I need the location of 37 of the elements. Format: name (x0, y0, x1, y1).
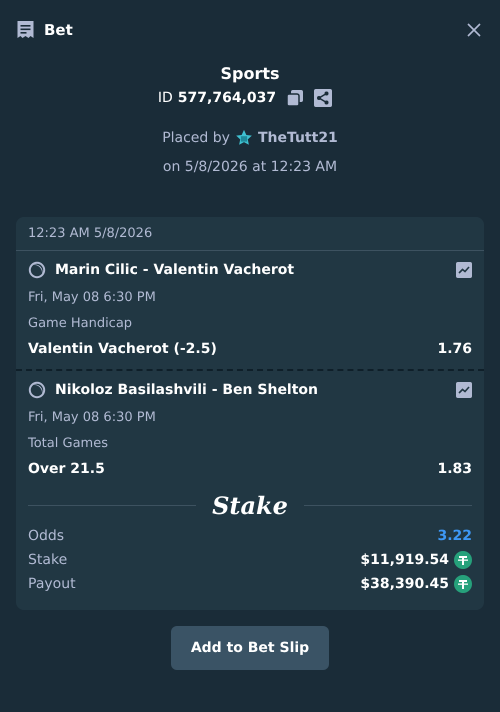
leg-odds: 1.83 (437, 461, 472, 477)
amount-value: $11,919.54 (360, 552, 449, 568)
tennis-ball-icon (28, 381, 46, 399)
market-name: Total Games (28, 436, 109, 451)
event-datetime: Fri, May 08 6:30 PM (28, 410, 157, 425)
summary-label: Payout (28, 576, 76, 592)
copy-icon[interactable] (286, 89, 304, 107)
vip-star-icon (234, 129, 253, 147)
amount-value: $38,390.45 (360, 576, 449, 592)
modal-title: Bet (44, 21, 74, 39)
brand-logo: Stake (212, 491, 288, 520)
market-name: Game Handicap (28, 316, 134, 331)
share-icon[interactable] (314, 89, 332, 107)
username-link[interactable]: TheTutt21 (258, 130, 338, 146)
summary-label: Odds (28, 528, 64, 544)
event-name[interactable]: Marin Cilic - Valentin Vacherot (55, 262, 456, 278)
close-icon[interactable] (466, 22, 482, 38)
receipt-icon (16, 20, 35, 40)
bet-timestamp: 12:23 AM 5/8/2026 (16, 217, 484, 251)
tether-coin-icon (454, 575, 472, 593)
add-to-bet-slip-button[interactable]: Add to Bet Slip (170, 626, 330, 670)
stats-icon[interactable] (456, 262, 472, 278)
selection-name: Valentin Vacherot (-2.5) (28, 341, 217, 357)
bet-category: Sports (220, 64, 280, 83)
id-label: ID (158, 90, 173, 106)
selection-name: Over 21.5 (28, 461, 105, 477)
tennis-ball-icon (28, 261, 46, 279)
placed-by-label: Placed by (162, 130, 230, 146)
event-datetime: Fri, May 08 6:30 PM (28, 290, 157, 305)
stats-icon[interactable] (456, 382, 472, 398)
leg-odds: 1.76 (437, 341, 472, 357)
event-name[interactable]: Nikoloz Basilashvili - Ben Shelton (55, 382, 456, 398)
total-odds: 3.22 (437, 528, 472, 544)
bet-id: 577,764,037 (178, 90, 276, 106)
tether-coin-icon (454, 551, 472, 569)
placed-date: on 5/8/2026 at 12:23 AM (162, 159, 338, 175)
summary-label: Stake (28, 552, 68, 568)
